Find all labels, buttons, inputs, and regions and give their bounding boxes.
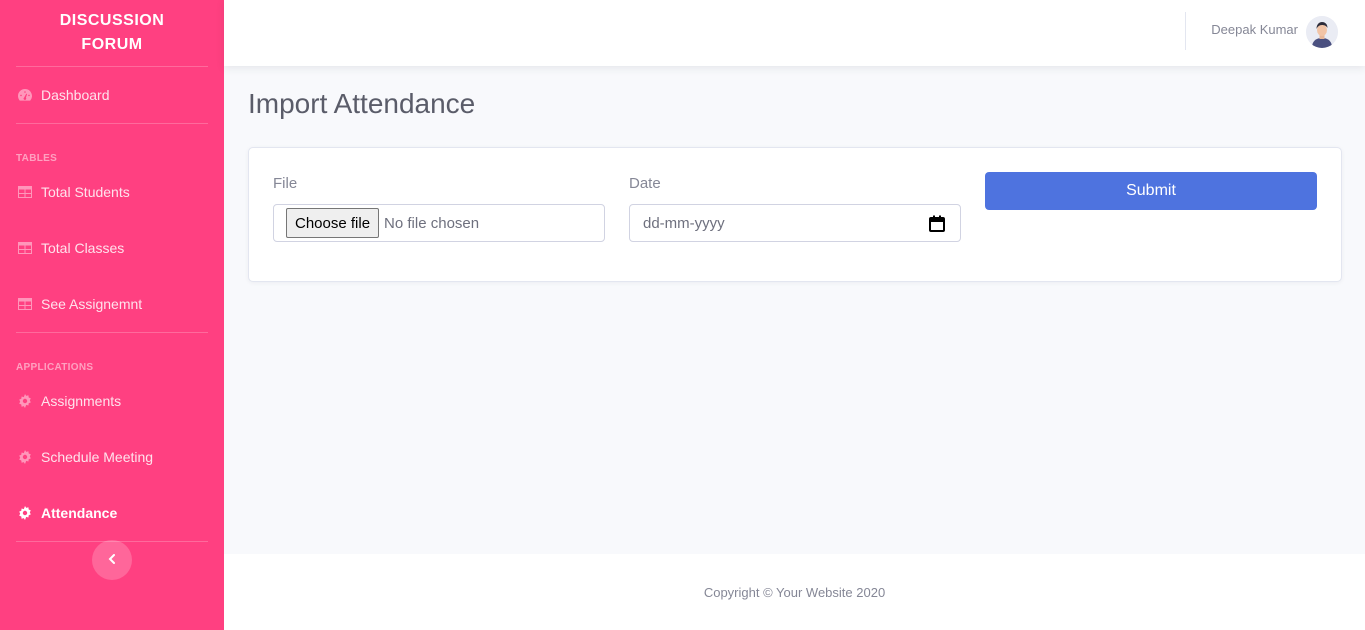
date-label: Date	[629, 175, 661, 192]
topbar-divider	[1185, 12, 1186, 50]
sidebar-item-label: Assignments	[41, 393, 122, 409]
table-icon	[17, 296, 33, 312]
user-name[interactable]: Deepak Kumar	[1211, 22, 1298, 37]
sidebar-item-dashboard[interactable]: Dashboard	[0, 67, 224, 123]
import-form-card: File Choose file No file chosen Date dd-…	[248, 147, 1342, 282]
sidebar-item-label: See Assignemnt	[41, 296, 143, 312]
sidebar: DISCUSSION FORUM Dashboard TABLES Total …	[0, 0, 224, 630]
sidebar-item-attendance[interactable]: Attendance	[0, 485, 224, 541]
cog-icon	[17, 393, 33, 409]
sidebar-item-total-classes[interactable]: Total Classes	[0, 220, 224, 276]
sidebar-item-label: Total Students	[41, 184, 130, 200]
cog-icon	[17, 505, 33, 521]
sidebar-heading-applications: APPLICATIONS	[16, 362, 94, 373]
user-avatar[interactable]	[1306, 16, 1338, 48]
date-placeholder: dd-mm-yyyy	[643, 214, 725, 232]
sidebar-item-label: Attendance	[41, 505, 118, 521]
sidebar-divider	[16, 123, 208, 124]
brand-text: DISCUSSION FORUM	[59, 12, 165, 53]
sidebar-item-total-students[interactable]: Total Students	[0, 164, 224, 220]
tachometer-icon	[17, 87, 33, 103]
topbar: Deepak Kumar	[224, 0, 1365, 66]
sidebar-divider	[16, 332, 208, 333]
file-input[interactable]: Choose file No file chosen	[273, 204, 605, 242]
date-input[interactable]: dd-mm-yyyy	[629, 204, 961, 242]
submit-button[interactable]: Submit	[985, 172, 1317, 210]
table-icon	[17, 184, 33, 200]
sidebar-item-assignments[interactable]: Assignments	[0, 373, 224, 429]
footer: Copyright © Your Website 2020	[224, 554, 1365, 630]
sidebar-heading-tables: TABLES	[16, 153, 58, 164]
sidebar-item-label: Total Classes	[41, 240, 125, 256]
copyright-text: Copyright © Your Website 2020	[703, 584, 886, 600]
file-label: File	[273, 175, 298, 192]
chevron-left-icon	[108, 551, 116, 569]
sidebar-item-label: Dashboard	[41, 87, 110, 103]
page-title: Import Attendance	[248, 88, 476, 119]
sidebar-toggle-button[interactable]	[92, 540, 132, 580]
calendar-icon[interactable]	[929, 215, 945, 232]
cog-icon	[17, 449, 33, 465]
table-icon	[17, 240, 33, 256]
choose-file-button[interactable]: Choose file	[286, 208, 380, 238]
sidebar-brand[interactable]: DISCUSSION FORUM	[0, 0, 224, 66]
sidebar-item-schedule-meeting[interactable]: Schedule Meeting	[0, 429, 224, 485]
sidebar-item-label: Schedule Meeting	[41, 449, 154, 465]
sidebar-item-see-assignment[interactable]: See Assignemnt	[0, 276, 224, 332]
file-status: No file chosen	[384, 214, 480, 232]
